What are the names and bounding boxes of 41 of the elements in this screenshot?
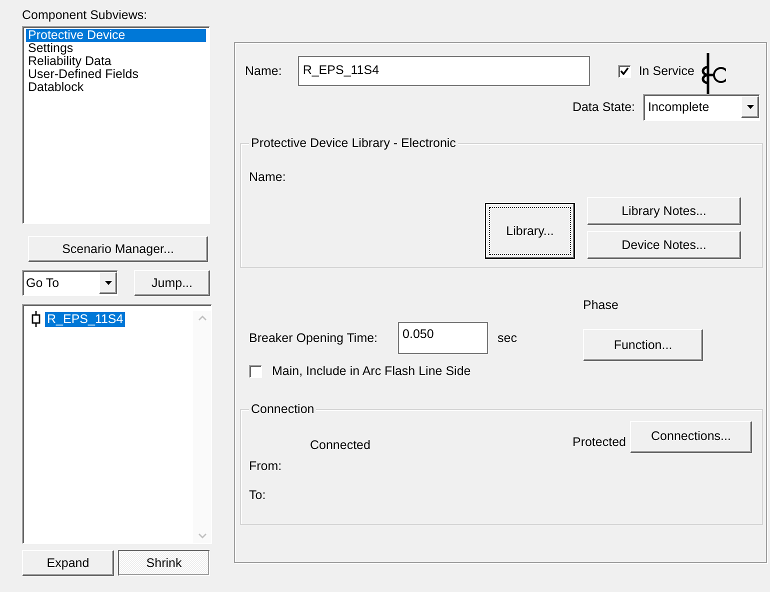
breaker-time-label: Breaker Opening Time: [249, 330, 378, 346]
expand-button[interactable]: Expand [22, 550, 114, 576]
scroll-up-icon [198, 315, 206, 321]
list-item[interactable]: Settings [26, 42, 206, 55]
list-label: Component Subviews: [22, 8, 148, 23]
connections-button[interactable]: Connections... [630, 420, 752, 452]
breaker-icon [31, 311, 41, 327]
check-icon [620, 67, 629, 75]
arc-flash-checkbox[interactable] [249, 365, 262, 378]
caret-icon [104, 280, 112, 286]
caret-icon [746, 104, 754, 110]
unit-label: sec [498, 330, 517, 346]
in-service-label: In Service [638, 64, 694, 78]
arc-flash-label: Main, Include in Arc Flash Line Side [272, 364, 471, 379]
scroll-down-icon [198, 533, 206, 539]
to-label: To: [249, 488, 266, 503]
phase-label: Phase [583, 298, 620, 313]
list-item[interactable]: Datablock [26, 81, 206, 94]
connected-label: Connected [310, 438, 370, 453]
tree-item[interactable]: R_EPS_11S4 [45, 312, 126, 326]
from-label: From: [249, 459, 282, 474]
shrink-button[interactable]: Shrink [118, 550, 210, 576]
goto-dropdown[interactable]: Go To [22, 270, 118, 296]
name-label: Name: [245, 64, 282, 78]
breaker-time-field[interactable]: 0.050 [398, 322, 488, 354]
data-state-label: Data State: [572, 100, 635, 114]
protected-label: Protected [572, 435, 626, 450]
jump-button[interactable]: Jump... [134, 270, 210, 296]
function-button[interactable]: Function... [583, 329, 703, 361]
group-title: Protective Device Library - Electronic [249, 136, 458, 151]
name-field[interactable]: R_EPS_11S4 [298, 56, 590, 86]
list-item[interactable]: User-Defined Fields [26, 68, 206, 81]
scenario-manager-button[interactable]: Scenario Manager... [28, 236, 208, 262]
device-notes-button[interactable]: Device Notes... [587, 231, 741, 259]
library-notes-button[interactable]: Library Notes... [587, 197, 741, 225]
list-item[interactable]: Reliability Data [26, 55, 206, 68]
library-button[interactable]: Library... [485, 203, 575, 259]
list-item[interactable]: Protective Device [26, 29, 206, 42]
in-service-checkbox[interactable] [618, 64, 631, 78]
data-state-dropdown[interactable]: Incomplete [643, 94, 760, 120]
library-name-label: Name: [249, 170, 286, 185]
